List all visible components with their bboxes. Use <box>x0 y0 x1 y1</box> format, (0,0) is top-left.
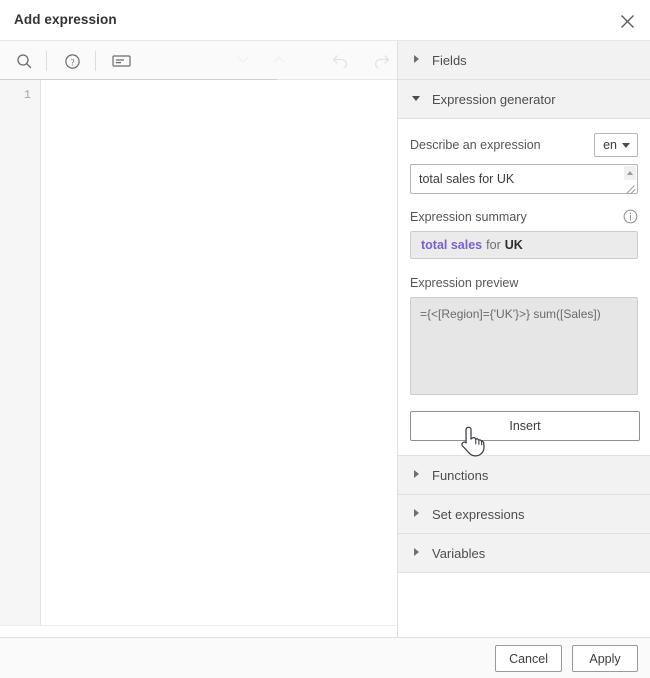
accordion-label-functions: Functions <box>432 467 489 483</box>
editor-toolbar: ? <box>0 41 397 80</box>
footer-buttons: Cancel Apply <box>495 645 638 672</box>
describe-row: Describe an expression en <box>410 133 638 157</box>
expression-generator-body: Describe an expression en total sales fo… <box>398 119 650 456</box>
accordion-label-variables: Variables <box>432 545 486 561</box>
svg-text:?: ? <box>70 57 74 67</box>
info-circle-icon[interactable] <box>623 209 638 224</box>
accordion-label-set-expressions: Set expressions <box>432 506 525 522</box>
help-circle-icon[interactable]: ? <box>61 50 83 72</box>
redo-arrow-icon[interactable] <box>370 50 392 72</box>
toolbar-separator-2 <box>95 51 96 71</box>
expression-summary-box: total sales for UK <box>410 231 638 259</box>
insert-button[interactable]: Insert <box>410 411 640 441</box>
redo-glyph <box>375 55 390 69</box>
disabled-glyph-2 <box>273 56 285 63</box>
chevron-right-icon <box>412 470 422 480</box>
add-expression-dialog: Add expression ? 1 Fields Expression gen… <box>0 0 650 678</box>
chevron-right-icon <box>412 55 422 65</box>
summary-label-row: Expression summary <box>410 209 638 224</box>
dialog-titlebar: Add expression <box>0 0 650 41</box>
dialog-footer: Cancel Apply <box>0 637 650 678</box>
describe-input[interactable]: total sales for UK <box>419 172 514 186</box>
summary-token-connector: for <box>486 238 501 252</box>
accordion-label-expression-generator: Expression generator <box>432 91 556 107</box>
disabled-icon-2 <box>268 50 290 72</box>
summary-token-measure: total sales <box>421 238 483 252</box>
accordion-header-expression-generator[interactable]: Expression generator <box>398 80 650 119</box>
accordion-label-fields: Fields <box>432 52 467 68</box>
code-input-area[interactable] <box>42 80 397 625</box>
summary-token-filter: UK <box>504 238 523 252</box>
search-glyph <box>16 53 31 68</box>
expression-preview-text: ={<[Region]={'UK'}>} sum([Sales]) <box>420 307 601 321</box>
undo-glyph <box>332 55 347 69</box>
expression-side-panel: Fields Expression generator Describe an … <box>398 41 650 637</box>
scroll-up-icon[interactable] <box>624 166 636 180</box>
preview-label: Expression preview <box>410 276 519 290</box>
expression-editor-column: ? 1 <box>0 41 398 678</box>
chevron-right-icon <box>412 509 422 519</box>
accordion-header-functions[interactable]: Functions <box>398 456 650 495</box>
line-number: 1 <box>23 88 31 102</box>
disabled-icon-1 <box>232 50 254 72</box>
chevron-down-icon <box>622 142 630 148</box>
search-icon[interactable] <box>13 50 35 72</box>
comment-glyph <box>111 55 131 67</box>
disabled-glyph-1 <box>237 56 249 63</box>
cancel-button[interactable]: Cancel <box>495 645 562 672</box>
describe-input-wrapper[interactable]: total sales for UK <box>410 164 638 194</box>
chevron-right-icon <box>412 548 422 558</box>
accordion-header-variables[interactable]: Variables <box>398 534 650 573</box>
chevron-down-icon <box>412 94 422 104</box>
apply-button[interactable]: Apply <box>572 645 638 672</box>
undo-arrow-icon[interactable] <box>330 50 352 72</box>
summary-label: Expression summary <box>410 209 527 224</box>
preview-label-row: Expression preview <box>410 276 638 290</box>
accordion-header-fields[interactable]: Fields <box>398 41 650 80</box>
editor-gutter: 1 <box>0 80 41 625</box>
help-glyph: ? <box>64 53 80 69</box>
resize-handle[interactable] <box>624 180 636 192</box>
page-title: Add expression <box>14 12 117 27</box>
language-value: en <box>603 138 617 152</box>
describe-label: Describe an expression <box>410 138 541 152</box>
comment-box-icon[interactable] <box>110 50 132 72</box>
close-glyph <box>620 14 634 28</box>
accordion-header-set-expressions[interactable]: Set expressions <box>398 495 650 534</box>
expression-preview-box: ={<[Region]={'UK'}>} sum([Sales]) <box>410 297 638 395</box>
close-icon[interactable] <box>614 8 640 34</box>
language-select[interactable]: en <box>594 133 638 157</box>
toolbar-separator-1 <box>46 51 47 71</box>
